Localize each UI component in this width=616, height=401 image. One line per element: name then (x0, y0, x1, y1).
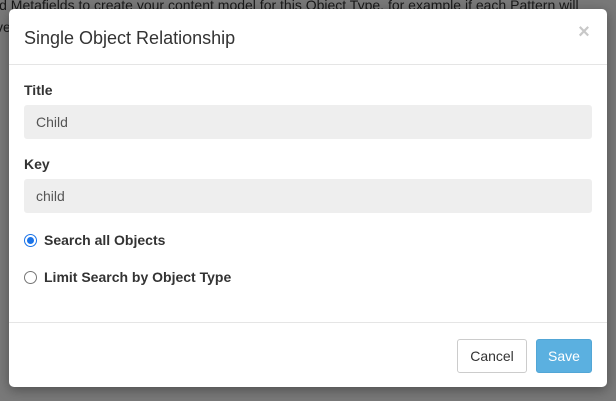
limit-search-by-object-type-label[interactable]: Limit Search by Object Type (44, 269, 231, 285)
key-input[interactable] (24, 179, 592, 213)
limit-search-by-object-type-option[interactable]: Limit Search by Object Type (24, 268, 231, 286)
search-all-objects-option[interactable]: Search all Objects (24, 231, 165, 249)
save-button[interactable]: Save (536, 339, 592, 373)
title-input[interactable] (24, 105, 592, 139)
search-all-objects-radio[interactable] (24, 233, 37, 247)
modal-title: Single Object Relationship (24, 28, 236, 48)
modal-footer: Cancel Save (9, 322, 607, 387)
single-object-relationship-modal: Single Object Relationship × Title Key S… (9, 9, 607, 387)
cancel-button[interactable]: Cancel (457, 339, 527, 373)
limit-search-by-object-type-radio[interactable] (24, 270, 37, 284)
close-icon[interactable]: × (576, 22, 592, 42)
search-all-objects-label[interactable]: Search all Objects (44, 232, 165, 248)
modal-header: Single Object Relationship × (9, 9, 607, 65)
key-field-label: Key (24, 156, 50, 172)
title-field-label: Title (24, 82, 53, 98)
